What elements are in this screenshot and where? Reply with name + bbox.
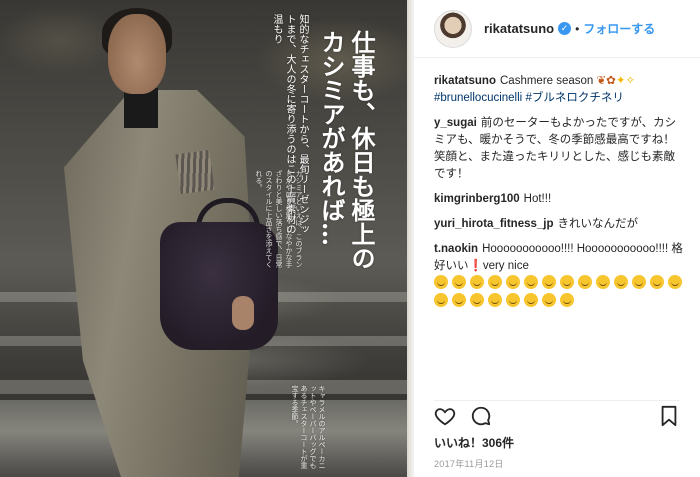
smiley-icon bbox=[614, 275, 628, 289]
maple-leaf-icon: ❦ bbox=[596, 73, 607, 87]
exclamation-icon: ❗ bbox=[468, 260, 483, 272]
post-date[interactable]: 2017年11月12日 bbox=[434, 457, 504, 470]
smiley-icon bbox=[542, 293, 556, 307]
smiley-icon bbox=[632, 275, 646, 289]
action-bar bbox=[434, 400, 680, 427]
follow-button[interactable]: フォローする bbox=[583, 20, 655, 37]
like-count[interactable]: いいね！306件 bbox=[434, 434, 514, 451]
list-item: yuri_hirota_fitness_jp きれいなんだが bbox=[434, 216, 686, 233]
comment-bubble-icon[interactable] bbox=[470, 405, 492, 427]
smiley-icon bbox=[434, 275, 448, 289]
bookmark-icon[interactable] bbox=[658, 405, 680, 427]
smiley-icon bbox=[524, 293, 538, 307]
sparkles-icon: ✧ bbox=[625, 73, 636, 87]
comment-username[interactable]: y_sugai bbox=[434, 117, 477, 129]
heart-icon[interactable] bbox=[434, 405, 456, 427]
smiley-icon bbox=[668, 275, 682, 289]
avatar[interactable] bbox=[434, 9, 472, 48]
hashtag-link[interactable]: #brunellocucinelli bbox=[434, 92, 522, 104]
list-item: y_sugai 前のセーターもよかったですが、カシミアも、暖かそうで、冬の季節感最… bbox=[434, 115, 686, 183]
smiley-icon bbox=[578, 275, 592, 289]
header-separator: • bbox=[575, 21, 580, 36]
smiley-icon bbox=[650, 275, 664, 289]
post-sidebar: rikatatsuno ✓ • フォローする rikatatsuno Cashme… bbox=[413, 0, 700, 477]
header-username[interactable]: rikatatsuno bbox=[484, 21, 554, 36]
comment-username[interactable]: t.naokin bbox=[434, 243, 478, 255]
model-hand bbox=[232, 296, 254, 330]
smiley-icon bbox=[560, 293, 574, 307]
comment-username[interactable]: yuri_hirota_fitness_jp bbox=[434, 218, 554, 230]
smiley-icon bbox=[452, 293, 466, 307]
comment-list: rikatatsuno Cashmere season ❦✿✦✧ #brunell… bbox=[434, 72, 686, 319]
comment-text: Hot!!! bbox=[523, 193, 552, 205]
comment-text: very nice bbox=[482, 260, 529, 272]
caption-username[interactable]: rikatatsuno bbox=[434, 75, 496, 87]
magazine-headline: 仕事も、休日も極上のカシミアがあれば… bbox=[317, 30, 376, 270]
magazine-body: カシミアといえば、このブランドがやはり格別。しなやかな手ざわりと美しい落ち感で、… bbox=[255, 170, 303, 268]
verified-badge-icon: ✓ bbox=[558, 22, 572, 35]
magazine-subtext: キャラメルのアルペーカニットやペーパーバッグでもあるチェスターコートが重宝する季… bbox=[291, 385, 326, 469]
smiley-icon bbox=[506, 293, 520, 307]
comment-text: きれいなんだが bbox=[557, 218, 639, 230]
smiley-icon bbox=[596, 275, 610, 289]
smiley-icon bbox=[434, 293, 448, 307]
smiley-emoji-row bbox=[434, 275, 686, 311]
caption-text: Cashmere season bbox=[500, 75, 594, 87]
model-turtleneck bbox=[124, 88, 158, 128]
hashtag-link[interactable]: #ブルネロクチネリ bbox=[525, 92, 623, 104]
post-header: rikatatsuno ✓ • フォローする bbox=[414, 0, 700, 58]
model-face bbox=[108, 14, 166, 94]
smiley-icon bbox=[488, 275, 502, 289]
comment-username[interactable]: kimgrinberg100 bbox=[434, 193, 520, 205]
smiley-icon bbox=[470, 275, 484, 289]
smiley-icon bbox=[452, 275, 466, 289]
smiley-icon bbox=[524, 275, 538, 289]
maple-leaf-icon: ✿ bbox=[606, 73, 616, 87]
post-photo[interactable]: 仕事も、休日も極上のカシミアがあれば… 知的なチェスターコートから、最旬リーゼン… bbox=[0, 0, 413, 477]
smiley-icon bbox=[506, 275, 520, 289]
list-item: kimgrinberg100 Hot!!! bbox=[434, 191, 686, 208]
smiley-icon bbox=[542, 275, 556, 289]
smiley-icon bbox=[488, 293, 502, 307]
smiley-icon bbox=[470, 293, 484, 307]
caption: rikatatsuno Cashmere season ❦✿✦✧ #brunell… bbox=[434, 72, 686, 107]
smiley-icon bbox=[560, 275, 574, 289]
sparkles-icon: ✦ bbox=[615, 73, 626, 87]
pocket-square bbox=[175, 149, 215, 195]
list-item: t.naokin Hooooooooooo!!!! Hooooooooooo!!!… bbox=[434, 241, 686, 311]
